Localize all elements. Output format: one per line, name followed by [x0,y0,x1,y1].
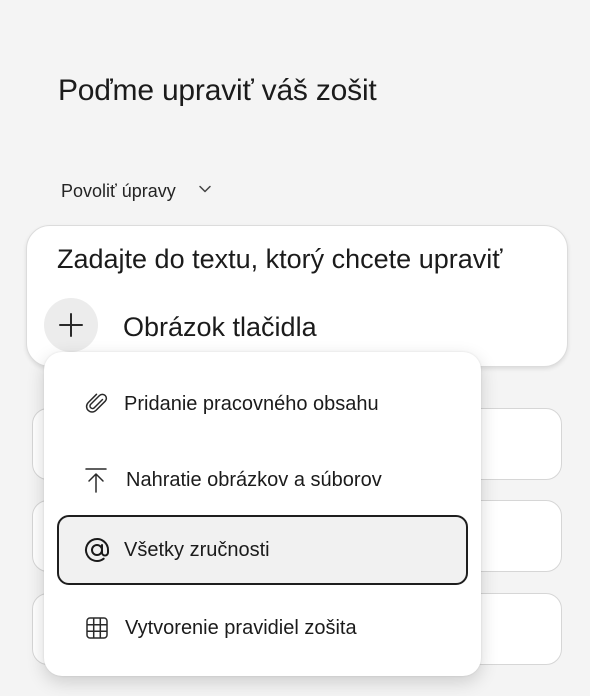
menu-item-upload-files[interactable]: Nahratie obrázkov a súborov [44,452,481,508]
edit-mode-label: Povoliť úpravy [61,181,176,201]
edit-mode-dropdown[interactable]: Povoliť úpravy [61,181,212,202]
chevron-down-icon [199,185,211,192]
upload-icon [82,466,110,494]
menu-item-add-work-content[interactable]: Pridanie pracovného obsahu [44,376,481,432]
add-content-menu: Pridanie pracovného obsahu Nahratie obrá… [44,352,481,676]
at-sign-icon [83,536,111,564]
add-button[interactable] [44,298,98,352]
menu-item-all-skills[interactable]: Všetky zručnosti [57,515,468,585]
prompt-input[interactable]: Zadajte do textu, ktorý chcete upraviť [57,244,502,275]
paperclip-icon [83,390,111,418]
image-button-label: Obrázok tlačidla [123,312,317,342]
prompt-composer[interactable]: Zadajte do textu, ktorý chcete upraviť O… [26,225,568,367]
plus-icon [59,313,83,337]
menu-item-label: Nahratie obrázkov a súborov [126,468,382,491]
page-title: Poďme upraviť váš zošit [58,74,377,107]
menu-item-label: Vytvorenie pravidiel zošita [125,616,357,639]
menu-item-label: Všetky zručnosti [124,538,270,561]
menu-item-label: Pridanie pracovného obsahu [124,392,379,415]
table-icon [83,614,111,642]
menu-item-create-rules[interactable]: Vytvorenie pravidiel zošita [44,600,481,656]
